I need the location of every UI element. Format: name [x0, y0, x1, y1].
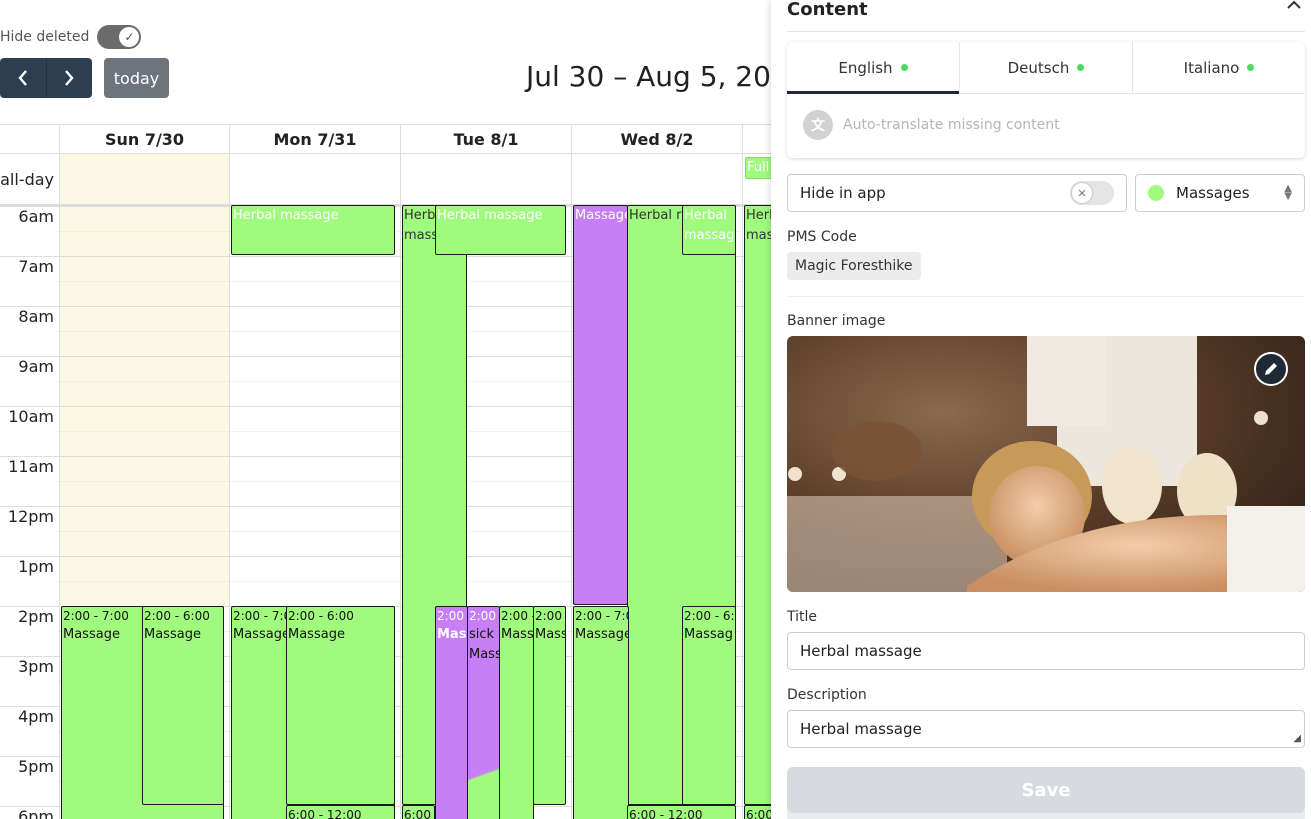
day-header-wed: Wed 8/2 [571, 125, 742, 154]
panel-header[interactable]: Content [787, 0, 1305, 32]
day-header-mon: Mon 7/31 [229, 125, 400, 154]
time-label: 4pm [18, 707, 54, 726]
allday-cell[interactable] [571, 154, 742, 204]
pencil-icon [1265, 363, 1277, 375]
title-input[interactable]: Herbal massage [787, 632, 1305, 670]
calendar-nav [0, 58, 92, 98]
tab-deutsch[interactable]: Deutsch [960, 42, 1133, 93]
pms-code-chip: Magic Foresthike [787, 252, 921, 280]
time-label: 6am [18, 207, 54, 226]
status-dot-icon [1247, 64, 1255, 71]
date-range-title: Jul 30 – Aug 5, 2023 [526, 60, 807, 93]
save-button[interactable]: Save [787, 767, 1305, 813]
hide-in-app-field[interactable]: Hide in app ✕ [787, 174, 1127, 212]
status-dot-icon [1077, 64, 1085, 71]
allday-cell[interactable] [59, 154, 229, 204]
time-label: 8am [18, 307, 54, 326]
tab-english[interactable]: English [787, 42, 960, 94]
tab-label: Italiano [1183, 58, 1240, 77]
banner-image [787, 336, 1305, 592]
time-label: 7am [18, 257, 54, 276]
description-label: Description [787, 687, 867, 703]
next-button[interactable] [45, 58, 93, 98]
day-header-sun: Sun 7/30 [59, 125, 229, 154]
calendar-event[interactable]: 6:00 - 12:00 [286, 805, 395, 819]
tab-italiano[interactable]: Italiano [1133, 42, 1305, 93]
time-label: 2pm [18, 607, 54, 626]
calendar-event[interactable]: 6:00 - 12:00 [627, 805, 736, 819]
time-label: 10am [8, 407, 54, 426]
time-axis-header [0, 125, 59, 154]
allday-row: all-day Full [0, 154, 775, 206]
day-column [59, 154, 60, 819]
calendar-event[interactable]: Herbal massage [435, 205, 566, 255]
calendar-event[interactable]: 2:00 - 7:00 Massage [573, 606, 629, 819]
day-column [229, 154, 230, 819]
calendar-event[interactable]: 2:00 - sick Mass [467, 606, 500, 819]
day-header-tue: Tue 8/1 [400, 125, 571, 154]
hide-deleted-toggle[interactable]: Hide deleted ✓ [0, 24, 142, 50]
language-card: English Deutsch Italiano 文 Auto-translat… [787, 42, 1305, 158]
calendar-event[interactable]: 2:00 - 6:00 Massage [286, 606, 395, 805]
calendar-event[interactable]: Massage [573, 205, 628, 605]
hide-in-app-label: Hide in app [800, 184, 886, 202]
time-label: 12pm [7, 507, 54, 526]
calendar-event[interactable]: 2:00 - Mass [533, 606, 566, 805]
today-button[interactable]: today [104, 58, 169, 98]
calendar-event[interactable]: 2:00 - 6:00 Massag [682, 606, 736, 805]
day-column [742, 154, 743, 819]
hide-in-app-switch[interactable]: ✕ [1070, 181, 1114, 205]
sort-arrows-icon: ▲ ▼ [1284, 183, 1292, 202]
chevron-right-icon [65, 70, 74, 86]
description-value: Herbal massage [800, 720, 922, 738]
divider [787, 296, 1305, 297]
time-label: 1pm [18, 557, 54, 576]
check-icon: ✓ [119, 27, 140, 47]
hide-deleted-label: Hide deleted [0, 29, 90, 45]
calendar-event[interactable]: 6:00 - [402, 805, 435, 819]
edit-image-button[interactable] [1254, 352, 1288, 386]
language-tabs: English Deutsch Italiano [787, 42, 1305, 94]
content-panel: Content English Deutsch Italiano 文 Auto-… [771, 0, 1311, 819]
auto-translate-button[interactable]: 文 Auto-translate missing content [803, 110, 1060, 140]
tab-label: English [838, 58, 893, 77]
status-dot-icon [900, 64, 908, 71]
hide-deleted-switch[interactable]: ✓ [97, 25, 142, 49]
calendar-event[interactable]: Herbal massag [682, 205, 736, 255]
day-column [400, 154, 401, 819]
time-label: 6pm [18, 807, 54, 819]
allday-label: all-day [0, 169, 54, 189]
chevron-left-icon [18, 70, 27, 86]
calendar-event[interactable]: 2:00 - Mass [435, 606, 468, 819]
auto-translate-label: Auto-translate missing content [843, 117, 1060, 133]
category-value: Massages [1176, 184, 1250, 202]
banner-image-label: Banner image [787, 313, 886, 329]
pms-code-label: PMS Code [787, 229, 857, 245]
chevron-up-icon[interactable] [1287, 0, 1301, 10]
time-label: 9am [18, 357, 54, 376]
allday-cell[interactable] [400, 154, 571, 204]
close-icon: ✕ [1072, 183, 1092, 203]
translate-icon: 文 [803, 110, 833, 140]
week-calendar: Sun 7/30 Mon 7/31 Tue 8/1 Wed 8/2 all-da… [0, 124, 775, 819]
time-label: 11am [8, 457, 54, 476]
tab-label: Deutsch [1007, 58, 1070, 77]
description-textarea[interactable]: Herbal massage ◢ [787, 710, 1305, 748]
calendar-event[interactable]: Herbal massage [231, 205, 395, 255]
calendar-event[interactable]: 2:00 - Mass [499, 606, 534, 819]
resize-handle-icon[interactable]: ◢ [1293, 733, 1301, 744]
day-column [571, 154, 572, 819]
calendar-event[interactable]: 2:00 - 6:00 Massage [142, 606, 224, 805]
massage-photo [787, 336, 1305, 592]
allday-cell[interactable] [229, 154, 400, 204]
panel-title: Content [787, 0, 868, 20]
title-label: Title [787, 609, 818, 625]
category-select[interactable]: Massages ▲ ▼ [1135, 174, 1305, 212]
category-color-swatch [1148, 185, 1164, 201]
prev-button[interactable] [0, 58, 46, 98]
time-label: 3pm [18, 657, 54, 676]
time-label: 5pm [18, 757, 54, 776]
